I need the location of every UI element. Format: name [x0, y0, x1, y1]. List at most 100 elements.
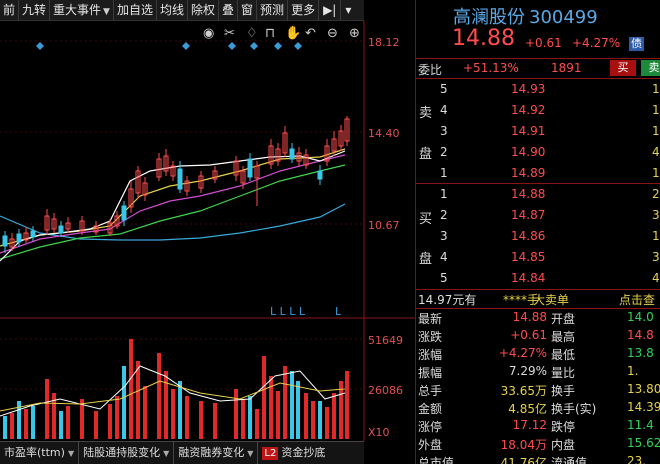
tab-bottom-fishing[interactable]: L2 资金抄底 — [258, 442, 329, 464]
toolbar-item-ma[interactable]: 均线 — [157, 0, 188, 21]
event-marker-icon[interactable] — [182, 42, 190, 50]
bond-badge[interactable]: 债 — [629, 37, 644, 51]
toolbar-label: 加自选 — [116, 3, 153, 17]
tab-northbound-holdings[interactable]: 陆股通持股变化 ▼ — [79, 442, 175, 464]
toolbar-item-overlay[interactable]: 叠 — [219, 0, 239, 21]
toolbar-item-jiuzhuan[interactable]: 九转 — [19, 0, 51, 21]
volume-axis-label-mid: 26086 — [368, 384, 403, 397]
stat-label: 开盘 — [551, 312, 576, 326]
divider — [416, 58, 660, 59]
scissors-icon[interactable]: ✂ — [224, 26, 235, 41]
ask-row[interactable]: 3 14.91 1 — [416, 121, 660, 142]
stat-label: 换手 — [551, 384, 576, 398]
stat-label: 外盘 — [418, 438, 443, 452]
minus-icon[interactable]: ⊖ — [327, 26, 338, 41]
toolbar-label: 除权 — [191, 3, 216, 17]
tab-label: 市盈率(ttm) — [4, 446, 65, 459]
bid-volume: 3 — [652, 250, 660, 264]
stat-row: 涨停 17.12 跌停 11.4 — [416, 417, 660, 435]
caret-down-icon[interactable]: ▾ — [341, 0, 355, 21]
ask-row[interactable]: 5 14.93 1 — [416, 79, 660, 100]
bid-level: 2 — [440, 208, 448, 222]
stat-value: 14.0 — [627, 310, 654, 324]
toolbar-label: 前 — [3, 3, 16, 17]
bid-volume: 2 — [652, 187, 660, 201]
price-axis-label-mid: 14.40 — [368, 127, 400, 140]
stat-row: 涨跌 +0.61 最高 14.8 — [416, 327, 660, 345]
eye-icon[interactable]: ◉ — [203, 26, 214, 41]
stat-row: 振幅 7.29% 量比 1. — [416, 363, 660, 381]
plus-icon[interactable]: ⊕ — [349, 26, 360, 41]
bid-row[interactable]: 1 14.88 2 — [416, 184, 660, 205]
ask-volume: 1 — [652, 124, 660, 138]
arrow-right-bar-icon[interactable]: ▶| — [319, 0, 342, 21]
indicator-tabs: 市盈率(ttm) ▼ 陆股通持股变化 ▼ 融资融券变化 ▼ L2 资金抄底 — [0, 441, 364, 464]
hand-icon[interactable]: ✋ — [285, 25, 301, 41]
order-ratio-pct: +51.13% — [463, 61, 519, 75]
order-ratio-row: 委比 +51.13% 1891 买 卖 — [416, 60, 660, 78]
stat-value: 23. — [627, 454, 647, 464]
bid-level: 1 — [440, 187, 448, 201]
ask-row[interactable]: 4 14.92 1 — [416, 100, 660, 121]
buy-button[interactable]: 买 — [610, 60, 636, 76]
stat-label: 量比 — [551, 366, 576, 380]
bid-row[interactable]: 4 14.85 3 — [416, 247, 660, 268]
ask-price: 14.92 — [511, 103, 546, 117]
toolbar-item-major-events[interactable]: 重大事件 ▼ — [50, 0, 114, 21]
event-marker-icon[interactable] — [36, 42, 44, 50]
bid-level: 3 — [440, 229, 448, 243]
tab-label: 融资融券变化 — [178, 446, 245, 459]
stat-value: 17.12 — [512, 418, 547, 432]
bid-volume: 4 — [652, 271, 660, 285]
ask-row[interactable]: 2 14.90 4 — [416, 142, 660, 163]
undo-icon[interactable]: ↶ — [305, 26, 316, 41]
marker-icon[interactable]: ♢ — [246, 26, 258, 41]
ask-level: 1 — [440, 166, 448, 180]
ask-row[interactable]: 1 14.89 1 — [416, 163, 660, 184]
bid-row[interactable]: 3 14.86 14 — [416, 226, 660, 247]
toolbar-item-window[interactable]: 窗 — [238, 0, 258, 21]
bid-row[interactable]: 2 14.87 3 — [416, 205, 660, 226]
tab-margin-trading[interactable]: 融资融券变化 ▼ — [174, 442, 259, 464]
price-axis-label-high: 18.12 — [368, 36, 400, 49]
chart-toolbar: 前 九转 重大事件 ▼ 加自选 均线 除权 叠 窗 预测 更多 ▶| ▾ — [0, 0, 364, 21]
event-marker-icon[interactable] — [228, 42, 236, 50]
price-change: +0.61 — [525, 36, 562, 50]
event-marker-icon[interactable] — [274, 42, 282, 50]
stat-label: 总市值 — [418, 456, 455, 464]
stat-value: 13.80 — [627, 382, 660, 396]
event-marker-icon[interactable] — [294, 42, 302, 50]
toolbar-item-forecast[interactable]: 预测 — [257, 0, 289, 21]
tab-label: 陆股通持股变化 — [83, 446, 161, 459]
big-order-ticker[interactable]: 14.97元有 ****手 大卖单 点击查 — [416, 290, 660, 308]
kline-chart[interactable]: 18.12 14.40 10.67 51649 26086 X10 ◉ ✂ ♢ … — [0, 21, 415, 441]
ask-price: 14.91 — [511, 124, 546, 138]
ask-price: 14.93 — [511, 82, 546, 96]
toolbar-label: 更多 — [291, 3, 316, 17]
stat-value: +0.61 — [510, 328, 547, 342]
ticker-more-link[interactable]: 点击查 — [619, 291, 655, 308]
stat-row: 金额 4.85亿 换手(实) 14.39 — [416, 399, 660, 417]
tab-pe-ttm[interactable]: 市盈率(ttm) ▼ — [0, 442, 80, 464]
event-marker-icon[interactable] — [250, 42, 258, 50]
toolbar-item-more[interactable]: 更多 — [288, 0, 320, 21]
stat-row: 涨幅 +4.27% 最低 13.8 — [416, 345, 660, 363]
ask-level: 4 — [440, 103, 448, 117]
caret-down-icon: ▼ — [67, 449, 75, 458]
stat-value: 15.62 — [627, 436, 660, 450]
ask-level: 3 — [440, 124, 448, 138]
ticker-price: 14.97元有 — [418, 293, 477, 307]
stat-label: 流通值 — [551, 456, 588, 464]
stat-value: 1. — [627, 364, 639, 378]
toolbar-item-exright[interactable]: 除权 — [188, 0, 220, 21]
bid-row[interactable]: 5 14.84 4 — [416, 268, 660, 289]
toolbar-item-add-watchlist[interactable]: 加自选 — [114, 0, 157, 21]
toolbar-label: 窗 — [241, 3, 254, 17]
ticker-type: 大卖单 — [533, 293, 570, 307]
sell-button[interactable]: 卖 — [641, 60, 660, 76]
ask-price: 14.90 — [511, 145, 546, 159]
bid-volume: 3 — [652, 208, 660, 222]
stat-value: 14.8 — [627, 328, 654, 342]
lock-icon[interactable]: ⊓ — [265, 26, 275, 41]
toolbar-item-prev[interactable]: 前 — [0, 0, 20, 21]
